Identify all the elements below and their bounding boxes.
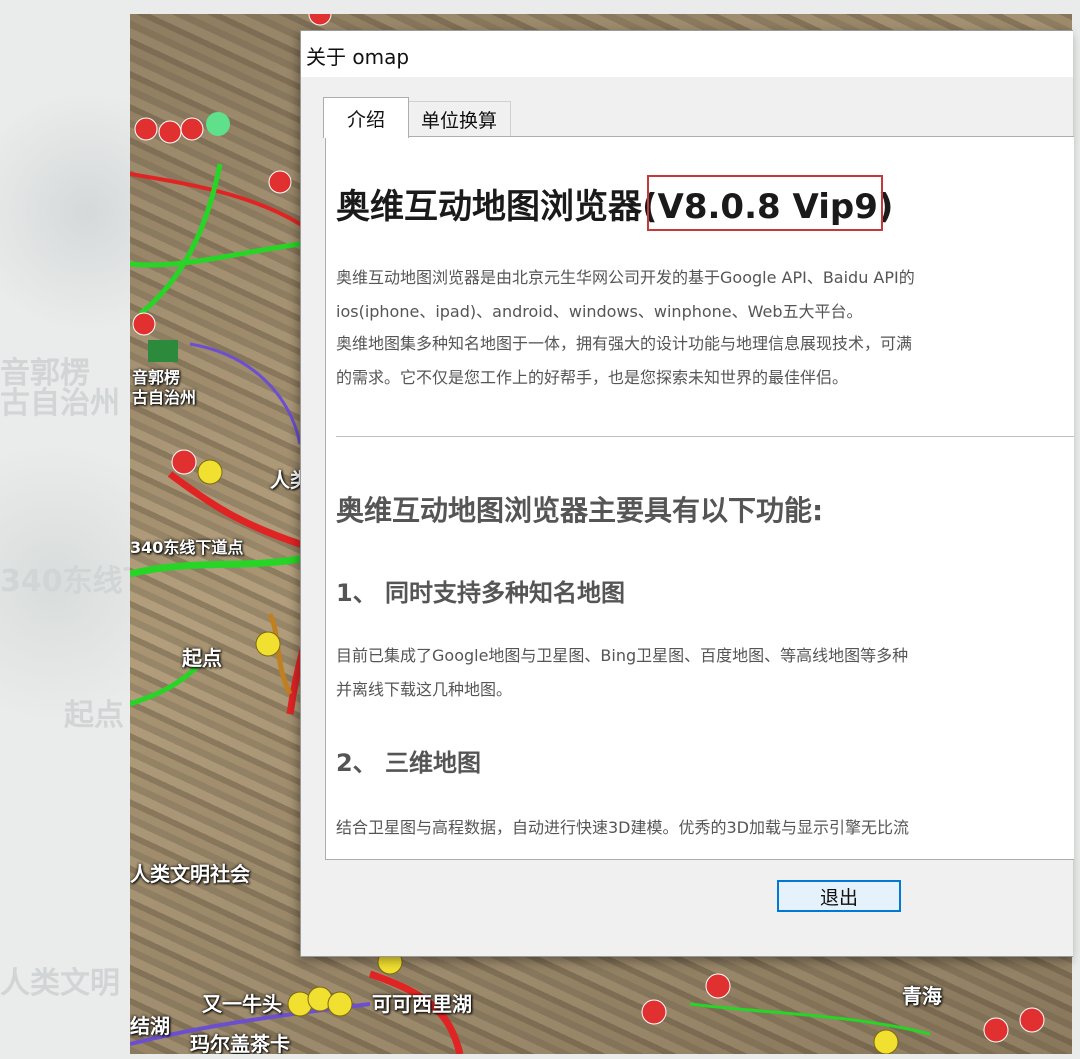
map-label: 青海 xyxy=(902,984,942,1008)
feature-text-line: 目前已集成了Google地图与卫星图、Bing卫星图、百度地图、等高线地图等多种 xyxy=(336,646,909,665)
about-dialog: 关于 omap 介绍 单位换算 奥维互动地图浏览器(V8.0.8 Vip9) 奥… xyxy=(300,30,1074,957)
tab-intro[interactable]: 介绍 xyxy=(323,97,409,138)
map-label: 古自治州 xyxy=(132,388,197,407)
map-label: 又一牛头 xyxy=(202,992,282,1016)
dialog-titlebar[interactable]: 关于 omap xyxy=(301,31,1073,77)
map-label: 可可西里湖 xyxy=(372,992,472,1016)
tab-unit-conversion[interactable]: 单位换算 xyxy=(407,101,511,136)
intro-paragraph-line: 奥维地图集多种知名地图于一体，拥有强大的设计功能与地理信息展现技术，可满 xyxy=(336,334,913,353)
exit-button[interactable]: 退出 xyxy=(777,880,901,912)
section-divider xyxy=(336,436,1074,437)
backdrop-label: 人类文明 xyxy=(0,966,120,1001)
feature-text-line: 并离线下载这几种地图。 xyxy=(336,680,513,699)
intro-paragraph-line: 奥维互动地图浏览器是由北京元生华网公司开发的基于Google API、Baidu… xyxy=(336,268,915,287)
version-highlight-box xyxy=(647,175,883,231)
feature-title: 2、 三维地图 xyxy=(336,749,482,777)
map-label: 起点 xyxy=(182,646,222,670)
dialog-title: 关于 omap xyxy=(306,45,410,69)
backdrop-label: 起点 xyxy=(64,698,124,733)
map-label: 340东线下道点 xyxy=(130,538,244,557)
intro-content-panel[interactable]: 奥维互动地图浏览器(V8.0.8 Vip9) 奥维互动地图浏览器是由北京元生华网… xyxy=(325,136,1074,860)
intro-paragraph-line: 的需求。它不仅是您工作上的好帮手，也是您探索未知世界的最佳伴侣。 xyxy=(336,368,849,387)
app-name: 奥维互动地图浏览器 xyxy=(336,187,642,227)
feature-title: 1、 同时支持多种知名地图 xyxy=(336,579,626,607)
feature-text-line: 结合卫星图与高程数据，自动进行快速3D建模。优秀的3D加载与显示引擎无比流 xyxy=(336,818,910,837)
map-label: 玛尔盖茶卡 xyxy=(190,1032,290,1054)
backdrop-label: 古自治州 xyxy=(0,386,120,421)
map-label: 人类文明社会 xyxy=(130,862,250,886)
intro-paragraph-line: ios(iphone、ipad)、android、windows、winphon… xyxy=(336,302,863,321)
features-heading: 奥维互动地图浏览器主要具有以下功能: xyxy=(336,494,824,527)
map-label: 结湖 xyxy=(130,1014,170,1038)
